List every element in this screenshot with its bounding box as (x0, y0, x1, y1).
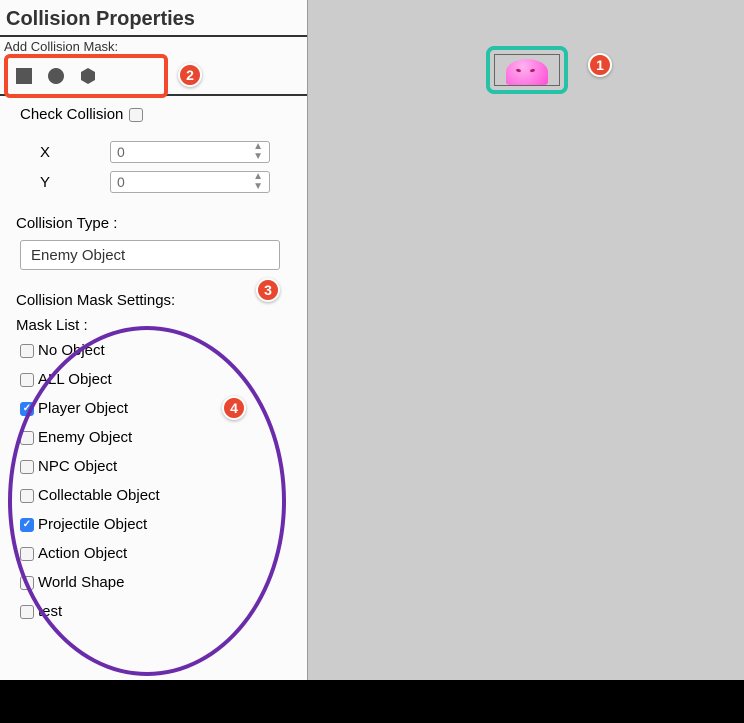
annotation-callout-2: 2 (178, 63, 202, 87)
mask-item: Enemy Object (20, 429, 293, 446)
mask-item: Action Object (20, 545, 293, 562)
mask-checkbox[interactable] (20, 431, 34, 445)
y-label: Y (40, 174, 110, 191)
mask-checkbox[interactable] (20, 489, 34, 503)
mask-label: NPC Object (38, 458, 117, 475)
mask-item: Collectable Object (20, 487, 293, 504)
stepper-icon[interactable]: ▲▼ (253, 172, 263, 192)
mask-item: test (20, 603, 293, 620)
mask-item: World Shape (20, 574, 293, 591)
collision-type-select[interactable]: Enemy Object (20, 240, 280, 270)
annotation-callout-1: 1 (588, 53, 612, 77)
mask-list-label: Mask List : (16, 317, 293, 334)
mask-checkbox[interactable] (20, 518, 34, 532)
properties-panel: Collision Properties Add Collision Mask:… (0, 0, 308, 680)
mask-checkbox[interactable] (20, 547, 34, 561)
mask-label: World Shape (38, 574, 124, 591)
mask-label: Projectile Object (38, 516, 147, 533)
mask-checkbox[interactable] (20, 460, 34, 474)
mask-settings-label: Collision Mask Settings: (16, 292, 293, 309)
mask-item: ALL Object (20, 371, 293, 388)
enemy-sprite-icon (506, 59, 548, 85)
panel-title: Collision Properties (0, 0, 307, 35)
scroll-content[interactable]: Check Collision X 0 ▲▼ Y 0 ▲▼ Collision … (0, 96, 307, 666)
sprite-selection-outline[interactable] (486, 46, 568, 94)
mask-checkbox[interactable] (20, 344, 34, 358)
mask-label: Action Object (38, 545, 127, 562)
collision-type-label: Collision Type : (16, 215, 293, 232)
x-input[interactable]: 0 ▲▼ (110, 141, 270, 163)
mask-item: Player Object (20, 400, 293, 417)
mask-list: No Object ALL Object Player Object Enemy Ob… (20, 342, 293, 620)
sprite-bounding-box (494, 54, 560, 86)
canvas-area[interactable] (308, 0, 744, 680)
y-input[interactable]: 0 ▲▼ (110, 171, 270, 193)
annotation-callout-3: 3 (256, 278, 280, 302)
mask-checkbox[interactable] (20, 576, 34, 590)
mask-checkbox[interactable] (20, 402, 34, 416)
mask-label: Collectable Object (38, 487, 160, 504)
mask-label: Enemy Object (38, 429, 132, 446)
mask-item: NPC Object (20, 458, 293, 475)
mask-checkbox[interactable] (20, 373, 34, 387)
check-collision-label: Check Collision (20, 106, 123, 123)
mask-checkbox[interactable] (20, 605, 34, 619)
stepper-icon[interactable]: ▲▼ (253, 142, 263, 162)
mask-label: test (38, 603, 62, 620)
annotation-callout-4: 4 (222, 396, 246, 420)
check-collision-checkbox[interactable] (129, 108, 143, 122)
mask-label: Player Object (38, 400, 128, 417)
annotation-highlight-2 (4, 54, 168, 98)
mask-label: No Object (38, 342, 105, 359)
mask-label: ALL Object (38, 371, 112, 388)
mask-item: Projectile Object (20, 516, 293, 533)
x-label: X (40, 144, 110, 161)
mask-item: No Object (20, 342, 293, 359)
